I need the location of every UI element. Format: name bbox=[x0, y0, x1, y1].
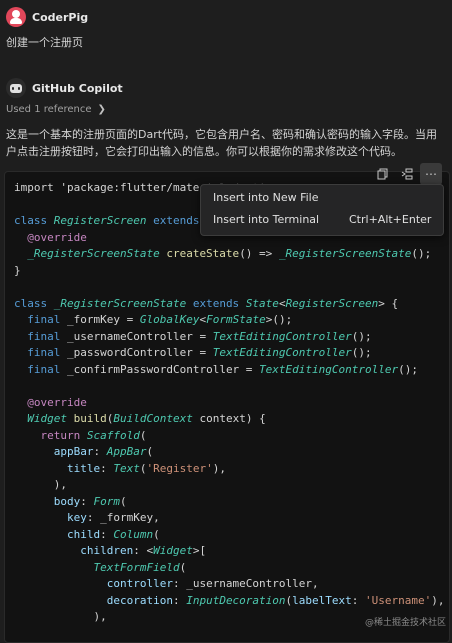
watermark: @稀土掘金技术社区 bbox=[364, 618, 446, 628]
copy-icon[interactable] bbox=[372, 163, 394, 185]
chevron-right-icon: ❯ bbox=[97, 104, 106, 115]
response-paragraph: 这是一个基本的注册页面的Dart代码，它包含用户名、密码和确认密码的输入字段。当… bbox=[6, 128, 438, 158]
code-toolbar: ⋯ bbox=[372, 163, 442, 185]
menu-shortcut: Ctrl+Alt+Enter bbox=[349, 213, 432, 226]
user-name: CoderPig bbox=[32, 11, 89, 24]
references-label: Used 1 reference bbox=[6, 104, 92, 115]
more-icon[interactable]: ⋯ bbox=[420, 163, 442, 185]
code-content: import 'package:flutter/material.dart'; … bbox=[14, 181, 445, 623]
user-avatar bbox=[6, 7, 26, 27]
copilot-icon bbox=[10, 84, 22, 93]
menu-item-insert-terminal[interactable]: Insert into Terminal Ctrl+Alt+Enter bbox=[213, 213, 431, 226]
references-toggle[interactable]: Used 1 reference ❯ bbox=[6, 104, 106, 115]
copilot-avatar bbox=[6, 78, 26, 98]
user-message: 创建一个注册页 bbox=[6, 36, 83, 49]
insert-icon[interactable] bbox=[396, 163, 418, 185]
menu-item-insert-new-file[interactable]: Insert into New File bbox=[213, 191, 319, 204]
insert-context-menu: Insert into New File Insert into Termina… bbox=[200, 184, 444, 236]
assistant-name: GitHub Copilot bbox=[32, 82, 123, 95]
code-block: import 'package:flutter/material.dart'; … bbox=[4, 171, 450, 643]
